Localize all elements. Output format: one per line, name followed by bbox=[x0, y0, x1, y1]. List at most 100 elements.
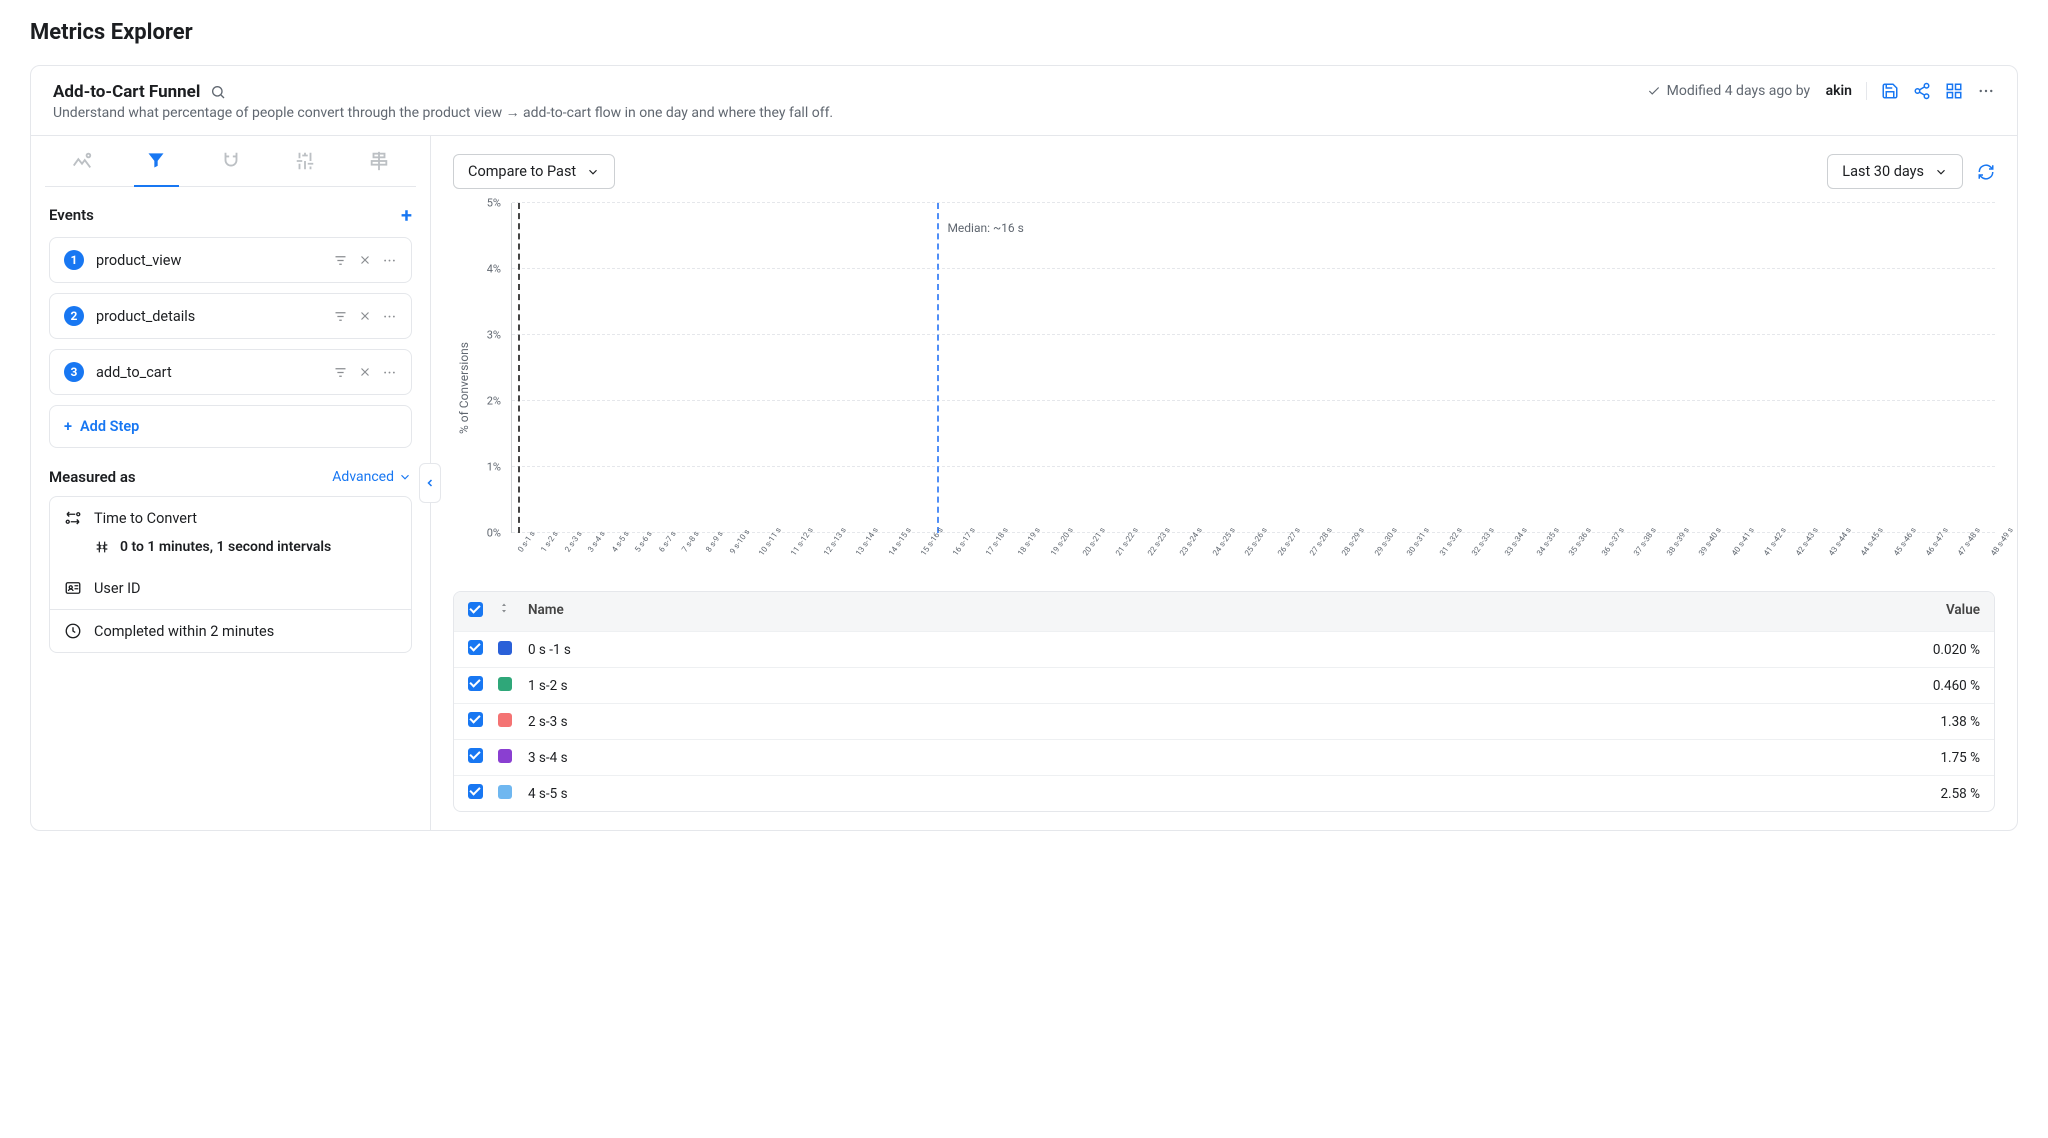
filter-icon[interactable] bbox=[333, 365, 348, 380]
funnel-description: Understand what percentage of people con… bbox=[53, 104, 833, 121]
convert-icon bbox=[64, 509, 82, 527]
modified-info: Modified 4 days ago by akin bbox=[1647, 83, 1852, 99]
row-value: 0.020 % bbox=[1890, 642, 1980, 658]
table-row[interactable]: 2 s-3 s 1.38 % bbox=[454, 703, 1994, 739]
events-heading: Events bbox=[49, 206, 94, 224]
remove-icon[interactable] bbox=[358, 365, 372, 380]
more-icon[interactable] bbox=[382, 309, 397, 324]
measured-card: Time to Convert 0 to 1 minutes, 1 second… bbox=[49, 496, 412, 653]
panel-header: Add-to-Cart Funnel Understand what perce… bbox=[31, 66, 2017, 136]
add-step-button[interactable]: + Add Step bbox=[49, 405, 412, 448]
col-value-header[interactable]: Value bbox=[1890, 602, 1980, 621]
remove-icon[interactable] bbox=[358, 253, 372, 268]
id-icon bbox=[64, 579, 82, 597]
more-icon[interactable] bbox=[1977, 82, 1995, 100]
event-name: add_to_cart bbox=[96, 364, 321, 381]
sliders-icon bbox=[294, 150, 316, 172]
compare-dropdown[interactable]: Compare to Past bbox=[453, 154, 615, 189]
plus-icon: + bbox=[64, 418, 72, 435]
save-icon[interactable] bbox=[1881, 82, 1899, 100]
sidebar: Events + 1 product_view 2 product_detail… bbox=[31, 136, 431, 830]
sort-button[interactable] bbox=[498, 602, 528, 621]
share-icon[interactable] bbox=[1913, 82, 1931, 100]
magnet-icon bbox=[220, 150, 242, 172]
y-axis-label: % of Conversions bbox=[453, 203, 475, 573]
chevron-left-icon bbox=[424, 477, 436, 489]
main-area: Compare to Past Last 30 days % of Conver… bbox=[431, 136, 2017, 830]
funnel-icon bbox=[146, 150, 166, 170]
page-title: Metrics Explorer bbox=[30, 20, 2018, 45]
chevron-down-icon bbox=[1934, 165, 1948, 179]
tab-retention[interactable] bbox=[193, 136, 267, 186]
dashboard-icon[interactable] bbox=[1945, 82, 1963, 100]
daterange-dropdown[interactable]: Last 30 days bbox=[1827, 154, 1963, 189]
chart-plot[interactable]: Median: ~16 s bbox=[511, 203, 1995, 533]
y-tick: 1% bbox=[487, 461, 501, 474]
align-icon bbox=[368, 150, 390, 172]
refresh-button[interactable] bbox=[1977, 163, 1995, 181]
color-swatch bbox=[498, 713, 512, 727]
completed-within-row[interactable]: Completed within 2 minutes bbox=[50, 609, 411, 652]
table-row[interactable]: 3 s-4 s 1.75 % bbox=[454, 739, 1994, 775]
row-name: 2 s-3 s bbox=[528, 714, 1890, 730]
measured-as-heading: Measured as bbox=[49, 468, 136, 486]
select-all-checkbox[interactable] bbox=[468, 602, 483, 617]
row-name: 1 s-2 s bbox=[528, 678, 1890, 694]
check-icon bbox=[1647, 84, 1661, 98]
col-name-header[interactable]: Name bbox=[528, 602, 1890, 621]
filter-icon[interactable] bbox=[333, 253, 348, 268]
sort-icon bbox=[498, 602, 510, 614]
more-icon[interactable] bbox=[382, 365, 397, 380]
color-swatch bbox=[498, 677, 512, 691]
y-tick: 4% bbox=[487, 263, 501, 276]
row-value: 1.75 % bbox=[1890, 750, 1980, 766]
add-event-button[interactable]: + bbox=[401, 203, 412, 227]
row-value: 2.58 % bbox=[1890, 786, 1980, 802]
row-checkbox[interactable] bbox=[468, 748, 483, 763]
table-row[interactable]: 1 s-2 s 0.460 % bbox=[454, 667, 1994, 703]
tab-flows[interactable] bbox=[268, 136, 342, 186]
explorer-panel: Add-to-Cart Funnel Understand what perce… bbox=[30, 65, 2018, 831]
y-tick: 0% bbox=[487, 527, 501, 540]
color-swatch bbox=[498, 641, 512, 655]
clock-icon bbox=[64, 622, 82, 640]
x-tick: 48 s-49 s bbox=[1989, 526, 2018, 572]
row-checkbox[interactable] bbox=[468, 784, 483, 799]
step-number: 2 bbox=[64, 306, 84, 326]
step-number: 1 bbox=[64, 250, 84, 270]
row-name: 3 s-4 s bbox=[528, 750, 1890, 766]
row-value: 0.460 % bbox=[1890, 678, 1980, 694]
search-icon[interactable] bbox=[210, 84, 226, 100]
funnel-title: Add-to-Cart Funnel bbox=[53, 82, 200, 102]
row-checkbox[interactable] bbox=[468, 676, 483, 691]
median-label: Median: ~16 s bbox=[947, 221, 1023, 235]
tab-funnel[interactable] bbox=[119, 136, 193, 186]
row-name: 0 s -1 s bbox=[528, 642, 1890, 658]
row-checkbox[interactable] bbox=[468, 640, 483, 655]
remove-icon[interactable] bbox=[358, 309, 372, 324]
filter-icon[interactable] bbox=[333, 309, 348, 324]
advanced-toggle[interactable]: Advanced bbox=[332, 469, 412, 485]
tab-insights[interactable] bbox=[45, 136, 119, 186]
event-step-product_view[interactable]: 1 product_view bbox=[49, 237, 412, 283]
insights-icon bbox=[71, 150, 93, 172]
color-swatch bbox=[498, 785, 512, 799]
color-swatch bbox=[498, 749, 512, 763]
y-tick: 2% bbox=[487, 395, 501, 408]
table-row[interactable]: 0 s -1 s 0.020 % bbox=[454, 631, 1994, 667]
collapse-sidebar-button[interactable] bbox=[419, 463, 441, 503]
tab-align[interactable] bbox=[342, 136, 416, 186]
interval-row[interactable]: 0 to 1 minutes, 1 second intervals bbox=[50, 539, 411, 567]
row-checkbox[interactable] bbox=[468, 712, 483, 727]
user-id-row[interactable]: User ID bbox=[50, 567, 411, 609]
more-icon[interactable] bbox=[382, 253, 397, 268]
chevron-down-icon bbox=[398, 470, 412, 484]
chart: % of Conversions 0%1%2%3%4%5% Median: ~1… bbox=[453, 203, 1995, 573]
table-row[interactable]: 4 s-5 s 2.58 % bbox=[454, 775, 1994, 811]
event-step-add_to_cart[interactable]: 3 add_to_cart bbox=[49, 349, 412, 395]
step-number: 3 bbox=[64, 362, 84, 382]
time-to-convert-row[interactable]: Time to Convert bbox=[50, 497, 411, 539]
event-name: product_view bbox=[96, 252, 321, 269]
y-tick: 5% bbox=[487, 197, 501, 210]
event-step-product_details[interactable]: 2 product_details bbox=[49, 293, 412, 339]
